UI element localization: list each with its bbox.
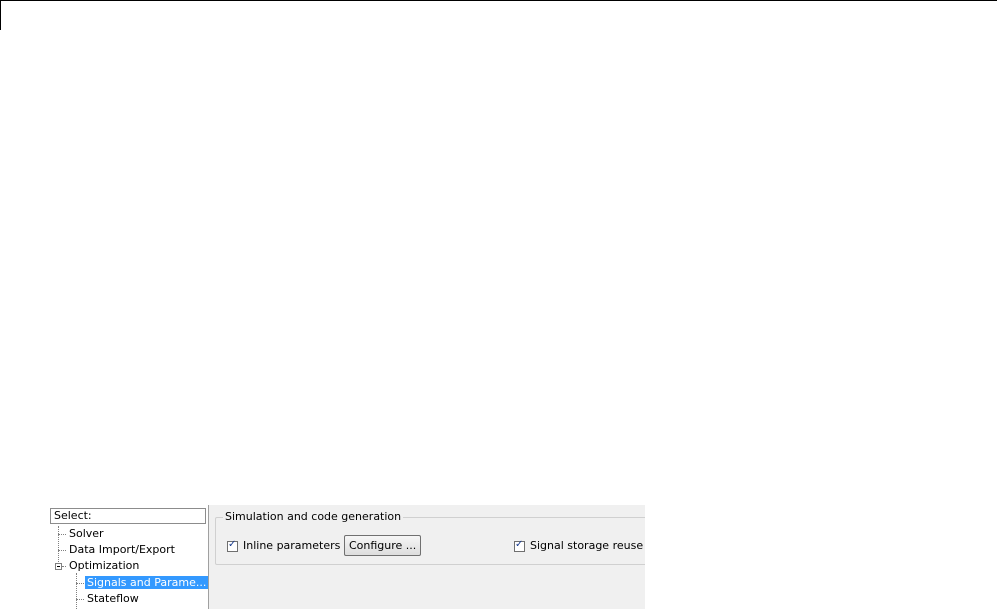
checkmark-icon: ✓: [515, 538, 524, 550]
page-top-rule: [0, 0, 997, 1]
tree-item-stateflow[interactable]: Stateflow: [85, 591, 141, 607]
tree-item-data-import-export[interactable]: Data Import/Export: [67, 542, 177, 558]
checkmark-icon: ✓: [228, 538, 237, 550]
inline-parameters-label: Inline parameters: [243, 539, 341, 552]
signal-storage-reuse-option[interactable]: ✓ Signal storage reuse: [514, 538, 643, 554]
tree-item-solver[interactable]: Solver: [67, 526, 106, 542]
tree-item-label: Signals and Parame...: [85, 576, 209, 589]
tree-select-header: Select:: [50, 508, 206, 524]
inline-parameters-option[interactable]: ✓ Inline parameters: [227, 538, 340, 554]
tree-item-label: Optimization: [69, 559, 140, 572]
tree-line: [58, 526, 59, 568]
tree-line: [76, 599, 84, 600]
configuration-parameters-dialog: Select: Solver Data Import/Export Optimi…: [50, 505, 645, 609]
tree-item-label: Stateflow: [87, 592, 139, 605]
tree-line: [58, 534, 66, 535]
signal-storage-reuse-label: Signal storage reuse: [530, 539, 644, 552]
page-left-rule: [0, 0, 1, 30]
tree-line: [76, 583, 84, 584]
tree-item-optimization[interactable]: Optimization: [67, 558, 141, 574]
tree-line: [58, 550, 66, 551]
tree-line: [76, 573, 77, 609]
signal-storage-reuse-checkbox[interactable]: ✓: [514, 538, 525, 552]
configure-button[interactable]: Configure ...: [344, 535, 422, 556]
tree-item-signals-and-parameters[interactable]: Signals and Parame...: [85, 575, 209, 591]
tree-line: [62, 566, 66, 567]
category-tree-pane: Select: Solver Data Import/Export Optimi…: [50, 505, 209, 609]
inline-parameters-checkbox[interactable]: ✓: [227, 538, 238, 552]
minus-expander-icon[interactable]: [55, 563, 62, 570]
settings-pane: Simulation and code generation ✓ Inline …: [208, 505, 645, 609]
tree-item-label: Data Import/Export: [69, 543, 175, 556]
group-title: Simulation and code generation: [223, 510, 404, 524]
tree-item-label: Solver: [69, 527, 104, 540]
